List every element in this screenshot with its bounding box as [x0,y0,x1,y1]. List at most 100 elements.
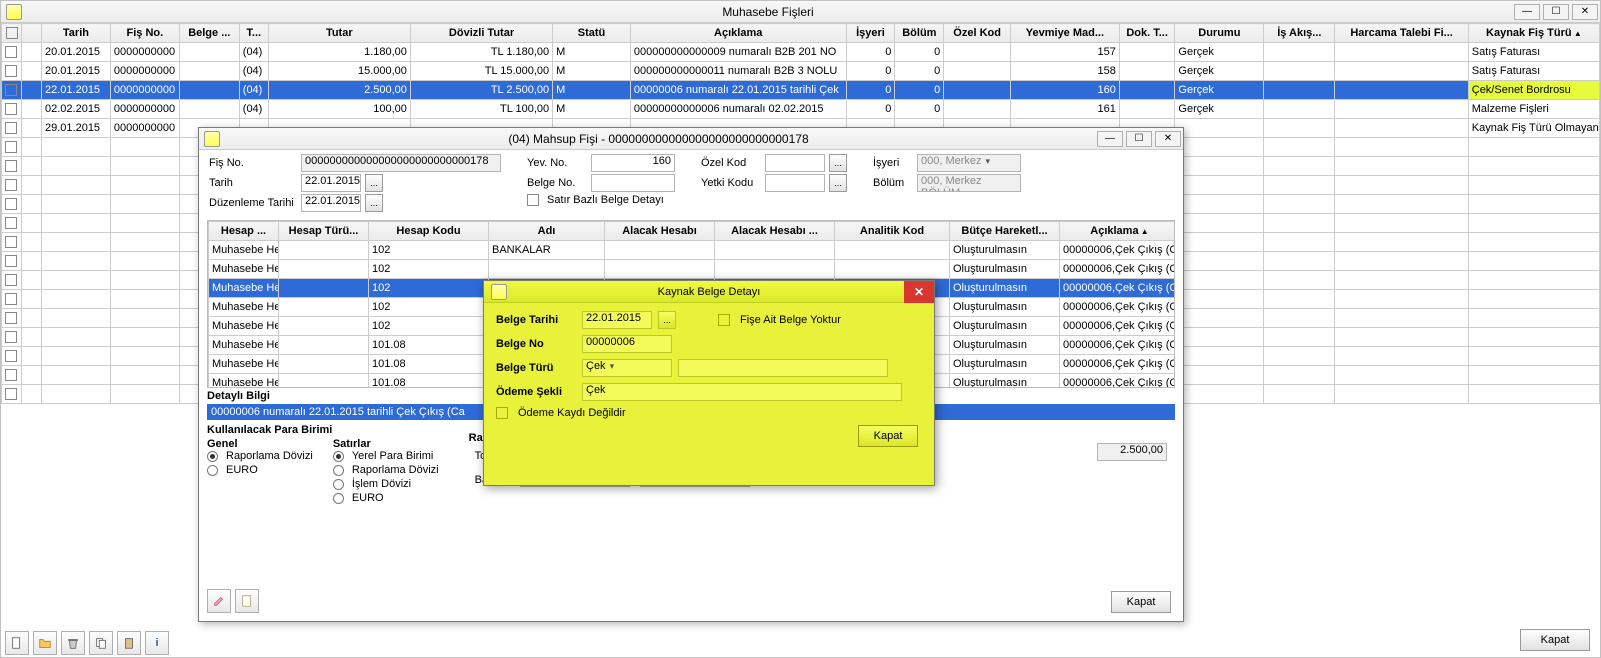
modal-tur-select[interactable]: Çek [582,359,672,377]
modal-tur-label: Belge Türü [496,362,576,374]
table-row[interactable]: Muhasebe He102BANKALAROluşturulmasın0000… [209,241,1176,260]
main-col[interactable]: Yevmiye Mad... [1010,24,1119,43]
child-col[interactable]: Hesap Türü... [279,222,369,241]
main-col[interactable]: Statü [553,24,631,43]
modal-odeme-input[interactable]: Çek [582,383,902,401]
bolum-label: Bölüm [873,177,913,189]
yevno-label: Yev. No. [527,157,587,169]
maximize-button[interactable]: ☐ [1126,131,1152,147]
amount-display: 2.500,00 [1097,443,1167,461]
yetki-lookup-button[interactable]: ... [829,174,847,192]
child-col[interactable]: Adı [489,222,605,241]
main-col[interactable]: Dövizli Tutar [410,24,552,43]
genel-label: Genel [207,438,313,450]
modal-kapat-button[interactable]: Kapat [858,425,918,447]
parent-close-button[interactable]: Kapat [1520,629,1590,651]
modal-no-label: Belge No [496,338,576,350]
ozelkod-input[interactable] [765,154,825,172]
child-close-button[interactable]: Kapat [1111,591,1171,613]
fisno-field: 000000000000000000000000000178 [301,154,501,172]
trash-icon [66,636,80,650]
satir-islem-radio[interactable] [333,479,344,490]
child-col[interactable]: Hesap ... [209,222,279,241]
satir-checkbox[interactable] [527,194,539,206]
delete-button[interactable] [61,631,85,655]
child-col[interactable]: Alacak Hesabı ... [715,222,835,241]
yetki-input[interactable] [765,174,825,192]
table-row[interactable]: Muhasebe He102Oluşturulmasın00000006,Çek… [209,260,1176,279]
paste-icon [122,636,136,650]
main-col[interactable]: İşyeri [846,24,895,43]
modal-no-input[interactable]: 00000006 [582,335,672,353]
maximize-button[interactable]: ☐ [1543,4,1569,20]
ozelkod-label: Özel Kod [701,157,761,169]
child-col[interactable]: Analitik Kod [835,222,950,241]
main-col[interactable]: Belge ... [179,24,239,43]
info-button[interactable]: i [145,631,169,655]
modal-tarih-input[interactable]: 22.01.2015 [582,311,652,329]
fise-checkbox[interactable] [718,314,730,326]
main-col[interactable]: T... [239,24,268,43]
satir-raporlama-radio[interactable] [333,465,344,476]
belgeno-input[interactable] [591,174,675,192]
ozelkod-lookup-button[interactable]: ... [829,154,847,172]
genel-euro-radio[interactable] [207,465,218,476]
main-col[interactable]: Durumu [1175,24,1264,43]
isyeri-select[interactable]: 000, Merkez [917,154,1021,172]
open-button[interactable] [33,631,57,655]
main-col[interactable]: Fiş No. [110,24,179,43]
modal-close-button[interactable]: ✕ [904,281,934,303]
main-col[interactable]: Bölüm [895,24,944,43]
yevno-input[interactable]: 160 [591,154,675,172]
main-col[interactable]: Tarih [42,24,111,43]
modal-tur-extra[interactable] [678,359,888,377]
copy-icon [94,636,108,650]
copy-button[interactable] [89,631,113,655]
table-row[interactable]: 22.01.20150000000000(04)2.500,00TL 2.500… [2,81,1600,100]
main-col[interactable]: Dok. T... [1119,24,1175,43]
table-row[interactable]: 20.01.20150000000000(04)15.000,00TL 15.0… [2,62,1600,81]
duzenleme-input[interactable]: 22.01.2015 [301,194,361,212]
modal-tarih-picker[interactable]: ... [658,311,676,329]
tarih-picker-button[interactable]: ... [365,174,383,192]
genel-raporlama-radio[interactable] [207,451,218,462]
main-col[interactable]: Kaynak Fiş Türü [1468,24,1599,43]
note-icon [240,594,254,608]
child-col[interactable]: Alacak Hesabı [605,222,715,241]
close-button[interactable]: ✕ [1155,131,1181,147]
main-col[interactable] [22,24,42,43]
child-col[interactable]: Açıklama [1060,222,1176,241]
duzenleme-label: Düzenleme Tarihi [209,197,297,209]
close-button[interactable]: ✕ [1572,4,1598,20]
minimize-button[interactable]: — [1514,4,1540,20]
doc-tool-1[interactable] [207,589,231,613]
main-col[interactable]: İş Akış... [1264,24,1335,43]
child-col[interactable]: Hesap Kodu [369,222,489,241]
paste-button[interactable] [117,631,141,655]
main-col[interactable]: Tutar [268,24,410,43]
new-button[interactable] [5,631,29,655]
satir-yerel-radio[interactable] [333,451,344,462]
table-row[interactable]: 20.01.20150000000000(04)1.180,00TL 1.180… [2,43,1600,62]
satir-euro-radio[interactable] [333,493,344,504]
main-col[interactable]: Harcama Talebi Fi... [1335,24,1468,43]
child-title: (04) Mahsup Fişi - 000000000000000000000… [220,132,1097,146]
minimize-button[interactable]: — [1097,131,1123,147]
parent-title: Muhasebe Fişleri [22,5,1514,19]
doc-tool-2[interactable] [235,589,259,613]
table-row[interactable]: 02.02.20150000000000(04)100,00TL 100,00M… [2,100,1600,119]
duzenleme-picker-button[interactable]: ... [365,194,383,212]
belgeno-label: Belge No. [527,177,587,189]
child-col[interactable]: Bütçe Hareketl... [950,222,1060,241]
app-icon [6,4,22,20]
bolum-select[interactable]: 000, Merkez BÖLÜM [917,174,1021,192]
modal-tarih-label: Belge Tarihi [496,314,576,326]
tarih-input[interactable]: 22.01.2015 [301,174,361,192]
satirlar-label: Satırlar [333,438,439,450]
main-col[interactable]: Özel Kod [944,24,1011,43]
tarih-label: Tarih [209,177,297,189]
kaydi-checkbox[interactable] [496,407,508,419]
edit-icon [212,594,226,608]
main-col[interactable]: Açıklama [630,24,846,43]
isyeri-label: İşyeri [873,157,913,169]
